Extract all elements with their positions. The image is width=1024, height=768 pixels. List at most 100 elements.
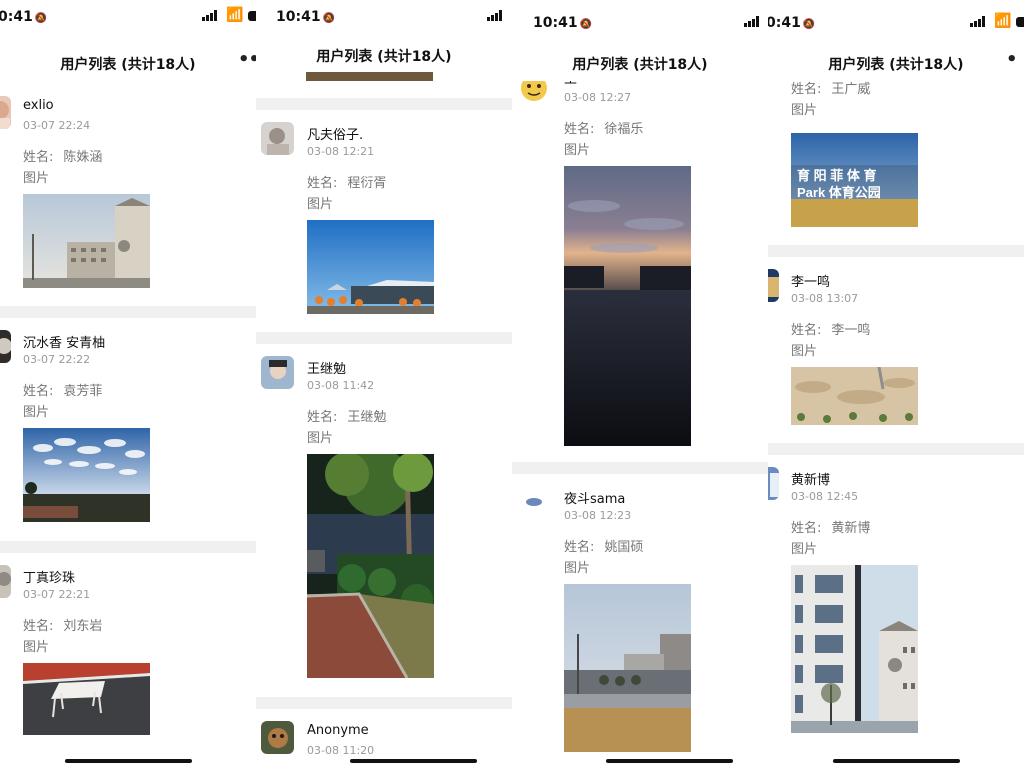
photo-thumbnail[interactable]: [23, 663, 150, 735]
user-feed: 姓名: 王广威 图片 育 阳 菲 体 育 Park 体育公园 李一鸣 03-08 …: [768, 16, 1024, 768]
status-time: 10:41 🔕: [533, 15, 593, 31]
photo-thumbnail[interactable]: [791, 565, 918, 733]
post-date: 03-08 11:20: [307, 744, 375, 757]
post-date: 03-07 22:22: [23, 353, 91, 366]
list-item[interactable]: 夜斗sama 03-08 12:23 姓名: 姚国硕 图片: [512, 474, 768, 768]
post-date: 03-08 12:21: [307, 145, 375, 158]
photo-thumbnail[interactable]: [791, 367, 918, 425]
photo-thumbnail[interactable]: [306, 72, 433, 81]
separator: [768, 245, 1024, 257]
name-row: 姓名: 王继勉: [307, 406, 386, 425]
real-name: 黄新博: [831, 521, 871, 536]
sign-text-lower: Park 体育公园: [797, 185, 881, 200]
avatar[interactable]: [261, 356, 294, 389]
name-label: 姓名:: [791, 521, 822, 536]
photo-thumbnail[interactable]: 育 阳 菲 体 育 Park 体育公园: [791, 133, 918, 227]
nickname: 夜斗sama: [564, 492, 626, 507]
signal-icon: [487, 10, 502, 21]
real-name: 姚国硕: [604, 540, 644, 555]
avatar[interactable]: [768, 467, 779, 500]
content-type-label: 图片: [791, 542, 818, 557]
nickname: exlio: [23, 98, 54, 113]
name-label: 姓名:: [791, 323, 822, 338]
post-date: 03-08 12:45: [791, 490, 859, 503]
nav-bar: 用户列表 (共计18人) •: [768, 45, 1024, 81]
nickname: Anonyme: [307, 723, 369, 738]
list-item[interactable]: 沉水香 安青柚 03-07 22:22 姓名: 袁芳菲 图片: [0, 318, 256, 541]
avatar[interactable]: [261, 721, 294, 754]
status-bar: 0:41 🔕 📶: [768, 6, 1024, 40]
phone-screen-4: 0:41🔕 📶 姓名: 王广威 图片 育 阳 菲 体 育 Park 体育公园: [768, 0, 1024, 768]
battery-icon: [248, 11, 256, 21]
avatar[interactable]: [768, 269, 779, 302]
list-item-partial: [256, 72, 512, 98]
photo-thumbnail[interactable]: [564, 166, 691, 446]
content-type-label: 图片: [307, 431, 334, 446]
photo-thumbnail[interactable]: [307, 220, 434, 314]
photo-thumbnail[interactable]: [307, 454, 434, 678]
status-time: 0:41 🔕: [768, 15, 816, 31]
name-label: 姓名:: [23, 150, 54, 165]
home-indicator[interactable]: [65, 759, 192, 763]
list-item[interactable]: 李一鸣 03-08 13:07 姓名: 李一鸣 图片: [768, 257, 1024, 443]
page-title: 用户列表 (共计18人): [316, 49, 452, 65]
real-name: 王广威: [831, 82, 871, 97]
list-item[interactable]: 凡夫俗子. 03-08 12:21 姓名: 程衍胥 图片: [256, 110, 512, 332]
nickname: 李一鸣: [791, 275, 831, 290]
separator: [768, 443, 1024, 455]
name-row: 姓名: 刘东岩: [23, 615, 102, 634]
separator: [256, 332, 512, 344]
avatar[interactable]: [518, 486, 551, 519]
separator: [512, 462, 768, 474]
real-name: 徐福乐: [604, 122, 644, 137]
name-label: 姓名:: [791, 82, 822, 97]
avatar[interactable]: [0, 565, 11, 598]
post-date: 03-07 22:21: [23, 588, 91, 601]
real-name: 程衍胥: [347, 176, 387, 191]
avatar[interactable]: [0, 330, 11, 363]
nickname: 沉水香 安青柚: [23, 336, 106, 351]
content-type-label: 图片: [564, 561, 591, 576]
photo-thumbnail[interactable]: [23, 194, 150, 288]
list-item[interactable]: 王继勉 03-08 11:42 姓名: 王继勉 图片: [256, 344, 512, 697]
nav-bar: 用户列表 (共计18人): [512, 45, 768, 81]
list-item[interactable]: 黄新博 03-08 12:45 姓名: 黄新博 图片: [768, 455, 1024, 768]
home-indicator[interactable]: [833, 759, 960, 763]
real-name: 李一鸣: [831, 323, 871, 338]
photo-thumbnail[interactable]: [564, 584, 691, 752]
avatar[interactable]: [0, 96, 11, 129]
home-indicator[interactable]: [350, 759, 477, 763]
phone-screen-3: 10:41🔕 王 03-08 12:27 姓名:徐福乐 图片: [512, 0, 768, 768]
page-title: 用户列表 (共计18人): [60, 57, 196, 73]
separator: [0, 306, 256, 318]
photo-thumbnail[interactable]: [23, 428, 150, 522]
content-type-label: 图片: [23, 640, 50, 655]
real-name: 袁芳菲: [63, 384, 103, 399]
post-date: 03-07 22:24: [23, 119, 91, 132]
post-date: 03-08 13:07: [791, 292, 859, 305]
post-date: 03-08 12:23: [564, 509, 632, 522]
signal-icon: [202, 10, 217, 21]
status-time: 10:41 🔕: [276, 9, 336, 25]
page-title: 用户列表 (共计18人): [828, 57, 964, 73]
phone-screen-2: 10:41 🔕 用户列表 (共计18人) 凡夫俗子. 03-08 12:21 姓名…: [256, 0, 512, 768]
more-icon[interactable]: •: [1006, 49, 1017, 70]
name-row: 姓名: 姚国硕: [564, 536, 643, 555]
real-name: 陈姝涵: [63, 150, 103, 165]
list-item[interactable]: 王 03-08 12:27 姓名:徐福乐 图片: [512, 56, 768, 462]
real-name: 王继勉: [347, 410, 387, 425]
list-item[interactable]: 丁真珍珠 03-07 22:21 姓名: 刘东岩 图片: [0, 553, 256, 768]
more-icon[interactable]: •••: [238, 49, 256, 70]
nickname: 凡夫俗子.: [307, 128, 364, 143]
name-label: 姓名:: [307, 410, 338, 425]
avatar[interactable]: [261, 122, 294, 155]
separator: [256, 697, 512, 709]
separator: [256, 98, 512, 110]
mute-bell-icon: 🔕: [322, 13, 336, 24]
home-indicator[interactable]: [606, 759, 733, 763]
user-feed: 王 03-08 12:27 姓名:徐福乐 图片: [512, 56, 768, 768]
mute-bell-icon: 🔕: [34, 13, 48, 24]
name-row: 姓名: 程衍胥: [307, 172, 386, 191]
name-row: 姓名: 黄新博: [791, 517, 870, 536]
list-item[interactable]: exlio 03-07 22:24 姓名: 陈姝涵 图片: [0, 84, 256, 306]
